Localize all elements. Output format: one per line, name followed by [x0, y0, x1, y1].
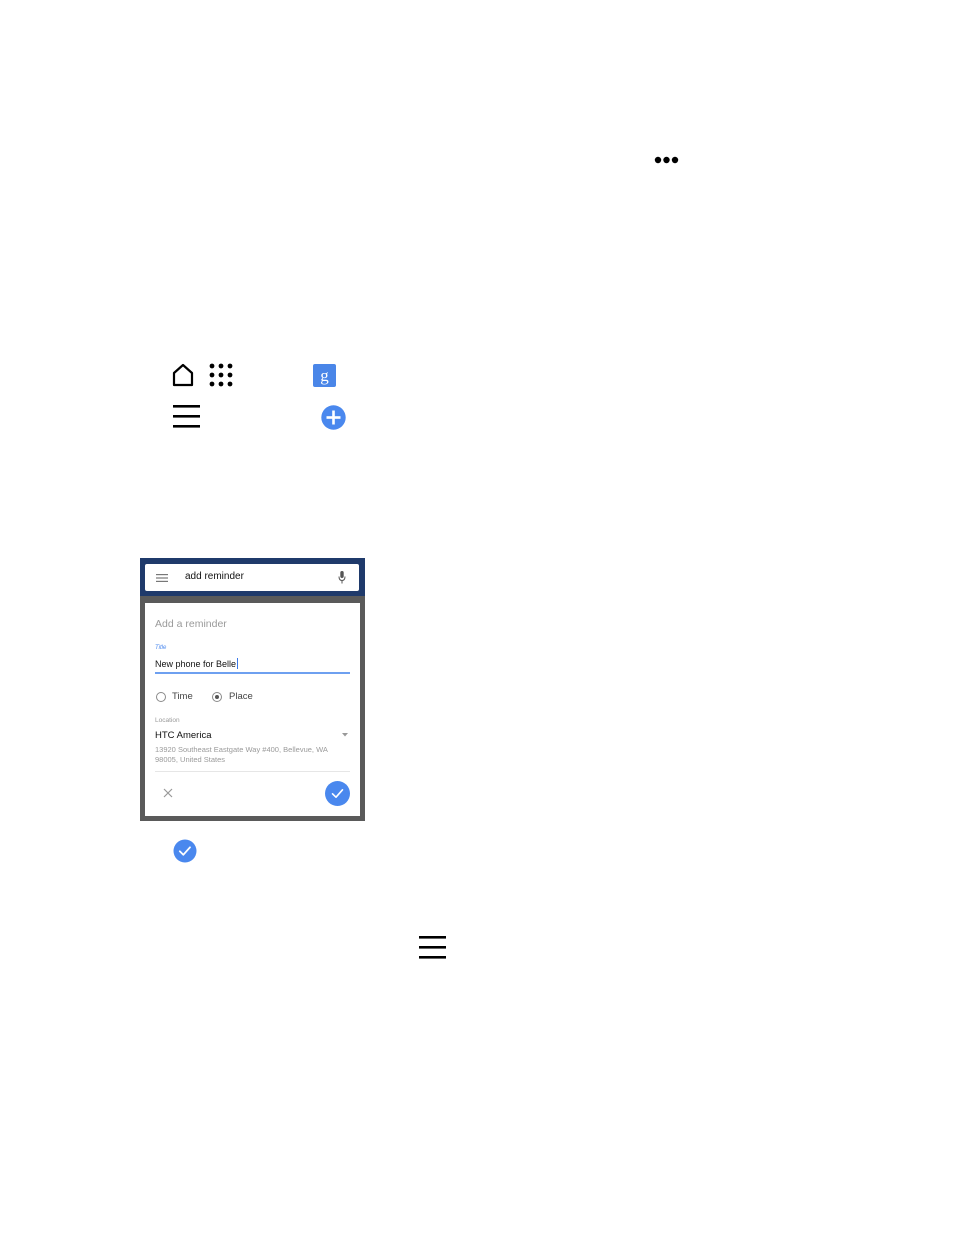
reminder-card: Add a reminder Title New phone for Belle… [145, 603, 360, 816]
phone-screenshot: add reminder Add a reminder Title New ph… [140, 558, 365, 821]
add-circle-icon [321, 405, 346, 430]
radio-selected-dot [215, 695, 219, 699]
place-radio[interactable] [212, 692, 222, 702]
svg-text:g: g [320, 366, 329, 385]
text-caret [237, 658, 239, 669]
cancel-icon[interactable] [163, 788, 173, 798]
menu-icon [419, 936, 446, 959]
title-field-label: Title [155, 645, 167, 651]
card-heading: Add a reminder [155, 618, 227, 630]
location-dropdown[interactable]: HTC America [155, 730, 211, 741]
time-option-label: Time [172, 691, 193, 702]
card-divider [155, 771, 350, 772]
place-option-label: Place [229, 691, 253, 702]
apps-grid-icon [208, 362, 234, 388]
google-search-icon: g [313, 364, 336, 387]
search-query: add reminder [185, 571, 244, 582]
home-icon [171, 362, 195, 388]
title-field-underline [155, 672, 350, 674]
check-icon [331, 789, 344, 798]
search-bar-container: add reminder [140, 558, 365, 596]
location-address: 13920 Southeast Eastgate Way #400, Belle… [155, 745, 328, 764]
location-label: Location [155, 717, 180, 724]
menu-icon[interactable] [156, 574, 168, 582]
menu-icon [173, 405, 200, 428]
more-dots-icon [654, 155, 680, 165]
microphone-icon[interactable] [338, 571, 346, 584]
time-radio[interactable] [156, 692, 166, 702]
title-field[interactable]: New phone for Belle [155, 658, 239, 669]
title-field-value: New phone for Belle [155, 659, 237, 669]
check-circle-icon [173, 839, 197, 863]
dropdown-arrow-icon[interactable] [342, 733, 348, 737]
search-input[interactable]: add reminder [145, 564, 359, 591]
confirm-button[interactable] [325, 781, 350, 806]
